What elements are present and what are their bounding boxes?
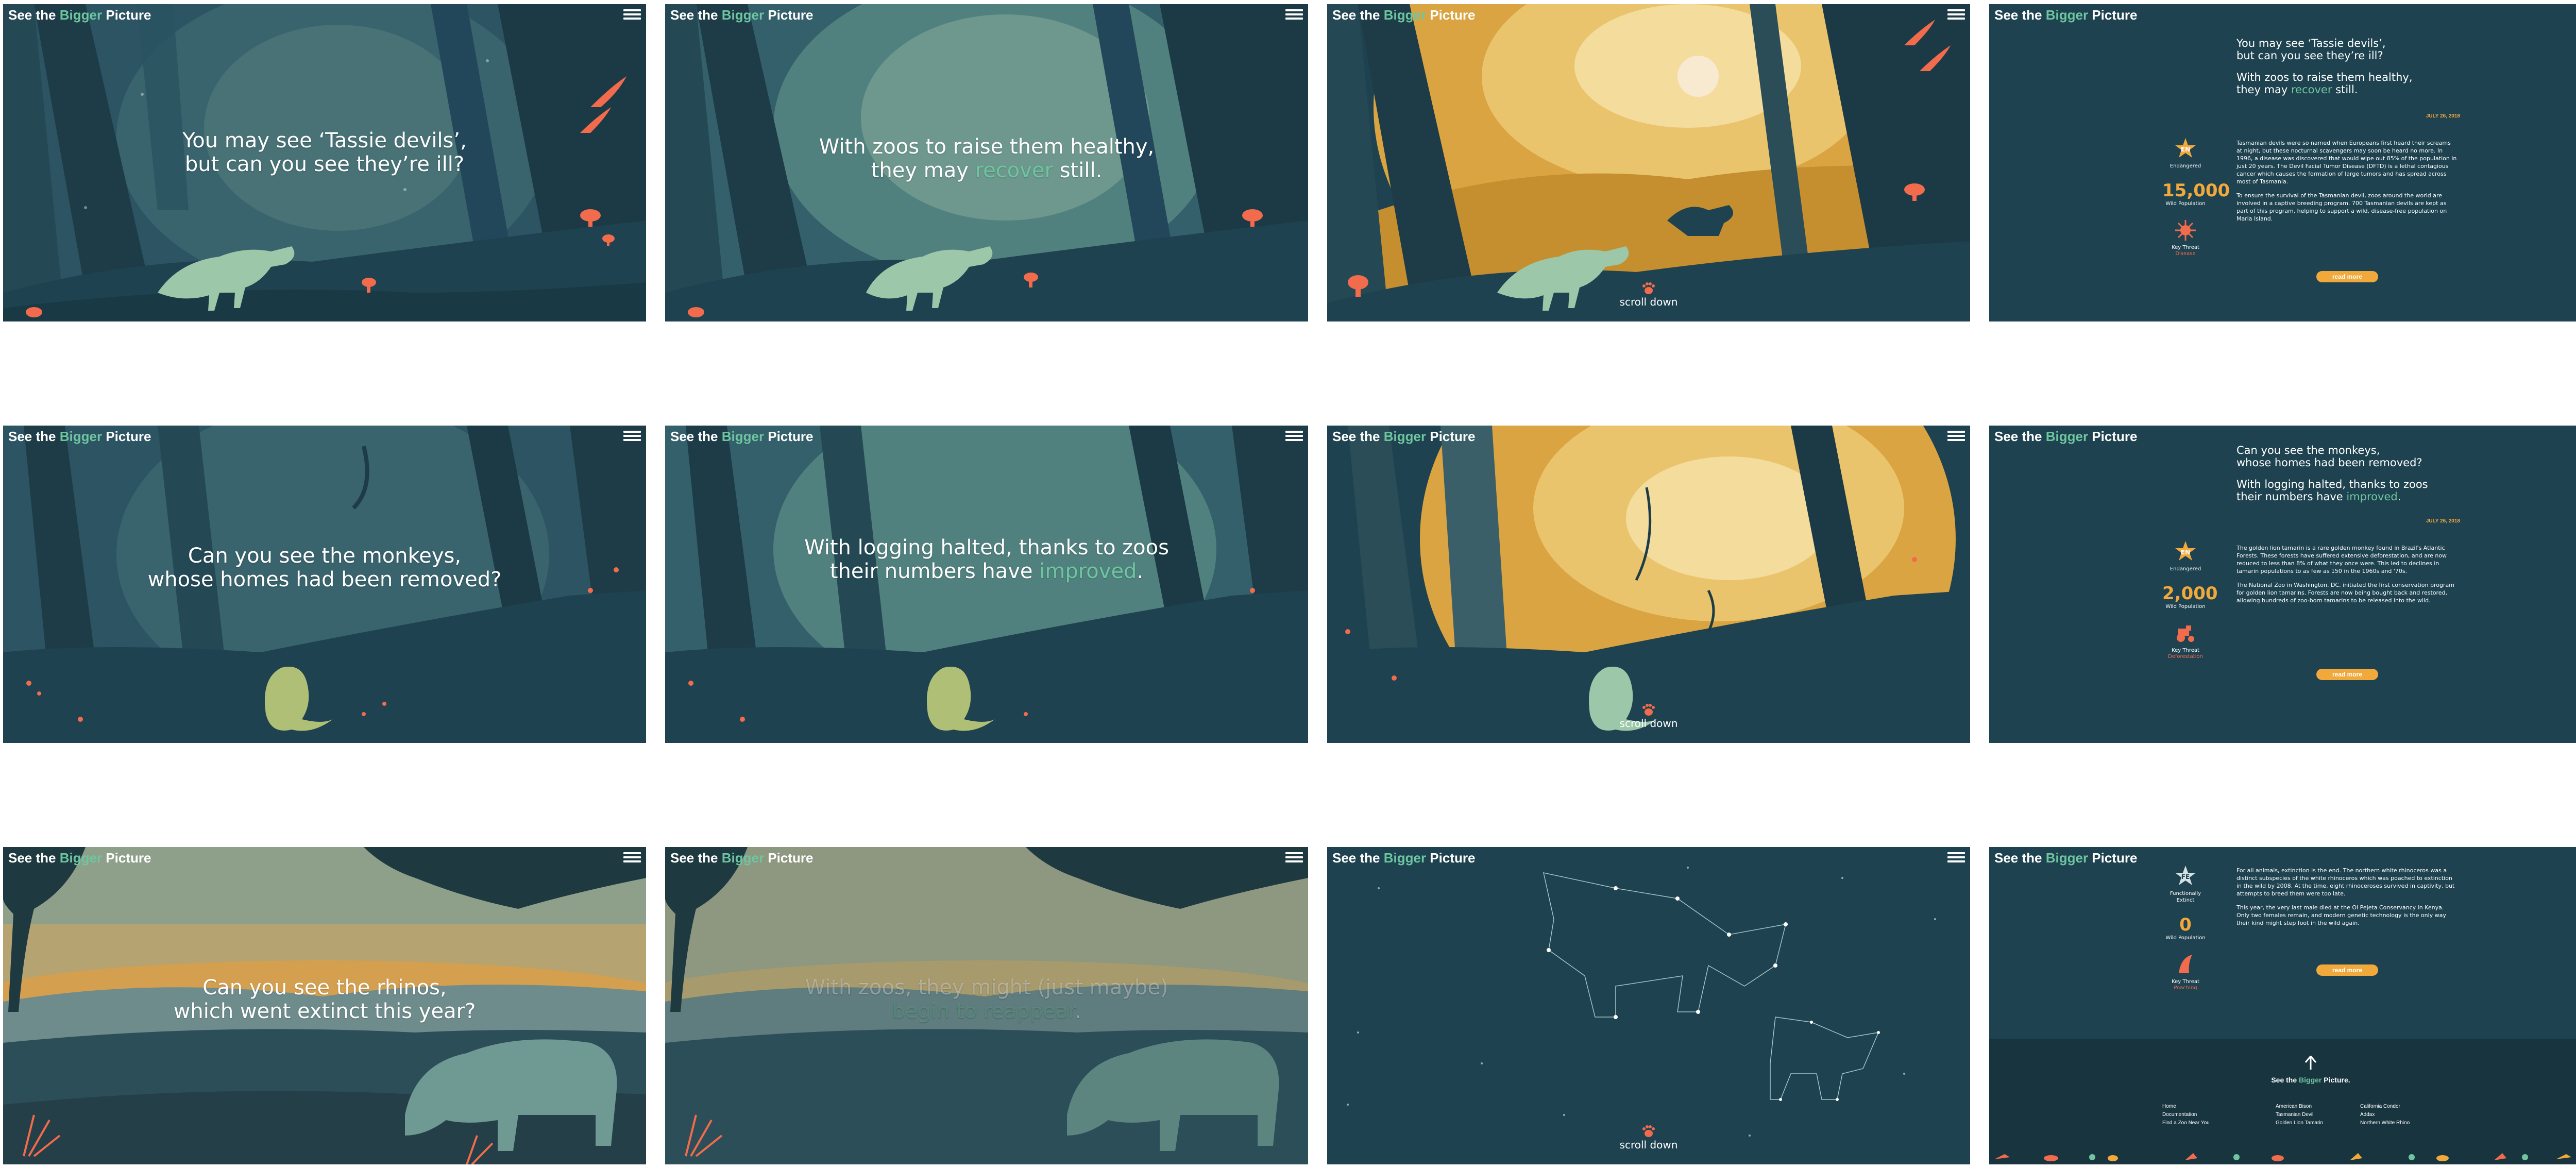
footer: [1989, 1039, 2576, 1164]
panel-rhino-question: See the Bigger Picture Can you see the r…: [3, 847, 646, 1164]
hamburger-menu-icon[interactable]: [1285, 7, 1303, 22]
scroll-down-button[interactable]: scroll down: [1327, 281, 1970, 308]
site-logo[interactable]: See the Bigger Picture: [670, 429, 813, 445]
endangered-icon: EN: [2175, 138, 2196, 158]
hamburger-menu-icon[interactable]: [1947, 429, 1965, 443]
info-body: Tasmanian devils were so named when Euro…: [2236, 140, 2457, 222]
arrow-up-icon[interactable]: [2304, 1055, 2317, 1071]
site-logo[interactable]: See the Bigger Picture: [8, 7, 151, 23]
footer-link[interactable]: Tasmanian Devil: [2276, 1111, 2323, 1119]
site-logo[interactable]: See the Bigger Picture: [8, 850, 151, 866]
info-title: Can you see the monkeys, whose homes had …: [2236, 444, 2428, 503]
site-logo[interactable]: See the Bigger Picture: [1332, 7, 1475, 23]
site-logo[interactable]: See the Bigger Picture: [670, 7, 813, 23]
svg-text:EN: EN: [2181, 549, 2190, 556]
species-stats: EN Endangered 15,000 Wild Population Key…: [2162, 137, 2230, 257]
animal-silhouette-strip: [1994, 1153, 2571, 1161]
info-body: The golden lion tamarin is a rare golden…: [2236, 545, 2454, 604]
site-logo[interactable]: See the Bigger Picture: [1994, 429, 2137, 445]
hamburger-menu-icon[interactable]: [1947, 7, 1965, 22]
scroll-down-button[interactable]: scroll down: [1327, 703, 1970, 730]
footer-link[interactable]: Home: [2162, 1103, 2210, 1111]
scene-answer-text: With logging halted, thanks to zoos their…: [804, 536, 1169, 583]
scene-answer-text: With zoos to raise them healthy, they may…: [819, 135, 1155, 182]
paw-icon: [1642, 704, 1655, 716]
hamburger-menu-icon[interactable]: [623, 7, 641, 22]
footer-link[interactable]: Golden Lion Tamarin: [2276, 1119, 2323, 1127]
constellation-scene: [1327, 847, 1970, 1164]
read-more-button[interactable]: read more: [2316, 271, 2378, 282]
post-date: JULY 26, 2018: [2426, 113, 2460, 119]
footer-link[interactable]: Find a Zoo Near You: [2162, 1119, 2210, 1127]
scene-question-text: Can you see the rhinos, which went extinc…: [173, 976, 476, 1023]
svg-text:EN: EN: [2181, 146, 2190, 153]
site-logo[interactable]: See the Bigger Picture: [1332, 429, 1475, 445]
hamburger-menu-icon[interactable]: [623, 850, 641, 865]
panel-monkey-question: See the Bigger Picture Can you see the m…: [3, 426, 646, 743]
scene-question-text: Can you see the monkeys, whose homes had …: [147, 544, 502, 591]
species-stats: FE Functionally Extinct 0 Wild Populatio…: [2162, 865, 2209, 991]
panel-devil-reveal: See the Bigger Picture scroll down: [1327, 4, 1970, 321]
panel-devil-info: See the Bigger Picture You may see ‘Tass…: [1989, 4, 2576, 321]
footer-link[interactable]: American Bison: [2276, 1103, 2323, 1111]
panel-rhino-info: See the Bigger Picture FE Functionally E…: [1989, 847, 2576, 1164]
golden-forest-scene: [1327, 426, 1970, 743]
site-logo[interactable]: See the Bigger Picture: [1994, 850, 2137, 866]
footer-title: See the Bigger Picture.: [2271, 1076, 2350, 1084]
svg-text:FE: FE: [2181, 873, 2190, 881]
poaching-horn-icon: [2179, 955, 2192, 973]
panel-monkey-info: See the Bigger Picture Can you see the m…: [1989, 426, 2576, 743]
footer-links-main: Home Documentation Find a Zoo Near You: [2162, 1103, 2210, 1127]
golden-forest-scene: [1327, 4, 1970, 321]
species-stats: EN Endangered 2,000 Wild Population Key …: [2162, 540, 2218, 659]
disease-virus-icon: [2175, 220, 2196, 241]
site-logo[interactable]: See the Bigger Picture: [1332, 850, 1475, 866]
hamburger-menu-icon[interactable]: [623, 429, 641, 443]
site-logo[interactable]: See the Bigger Picture: [1994, 7, 2137, 23]
tractor-icon: [2177, 625, 2194, 642]
paw-icon: [1642, 1125, 1655, 1137]
site-logo[interactable]: See the Bigger Picture: [8, 429, 151, 445]
read-more-button[interactable]: read more: [2316, 669, 2378, 680]
panel-devil-question: See the Bigger Picture You may see ‘Tass…: [3, 4, 646, 321]
footer-link[interactable]: Addax: [2360, 1111, 2410, 1119]
functionally-extinct-icon: FE: [2175, 866, 2196, 885]
post-date: JULY 26, 2018: [2426, 518, 2460, 524]
footer-link[interactable]: Documentation: [2162, 1111, 2210, 1119]
hamburger-menu-icon[interactable]: [1947, 850, 1965, 865]
read-more-button[interactable]: read more: [2316, 964, 2378, 976]
site-logo[interactable]: See the Bigger Picture: [670, 850, 813, 866]
panel-rhino-answer: See the Bigger Picture With zoos, they m…: [665, 847, 1308, 1164]
scroll-down-button[interactable]: scroll down: [1327, 1124, 1970, 1151]
panel-devil-answer: See the Bigger Picture With zoos to rais…: [665, 4, 1308, 321]
population-count: 15,000: [2162, 180, 2230, 201]
footer-link[interactable]: California Condor: [2360, 1103, 2410, 1111]
scene-answer-text: With zoos, they might (just maybe) begin …: [805, 976, 1168, 1023]
footer-links-species-1: American Bison Tasmanian Devil Golden Li…: [2276, 1103, 2323, 1127]
info-title: You may see ‘Tassie devils’, but can you …: [2236, 37, 2413, 96]
hamburger-menu-icon[interactable]: [1285, 850, 1303, 865]
panel-monkey-answer: See the Bigger Picture With logging halt…: [665, 426, 1308, 743]
info-body: For all animals, extinction is the end. …: [2236, 867, 2455, 926]
footer-links-species-2: California Condor Addax Northern White R…: [2360, 1103, 2410, 1127]
forest-scene: [665, 426, 1308, 743]
paw-icon: [1642, 282, 1655, 294]
population-count: 0: [2179, 915, 2192, 935]
footer-link[interactable]: Northern White Rhino: [2360, 1119, 2410, 1127]
population-count: 2,000: [2162, 583, 2218, 604]
hamburger-menu-icon[interactable]: [1285, 429, 1303, 443]
panel-rhino-constellation: See the Bigger Picture scroll down: [1327, 847, 1970, 1164]
scene-question-text: You may see ‘Tassie devils’, but can you …: [182, 129, 467, 176]
endangered-icon: EN: [2175, 541, 2196, 561]
panel-monkey-reveal: See the Bigger Picture scroll down: [1327, 426, 1970, 743]
